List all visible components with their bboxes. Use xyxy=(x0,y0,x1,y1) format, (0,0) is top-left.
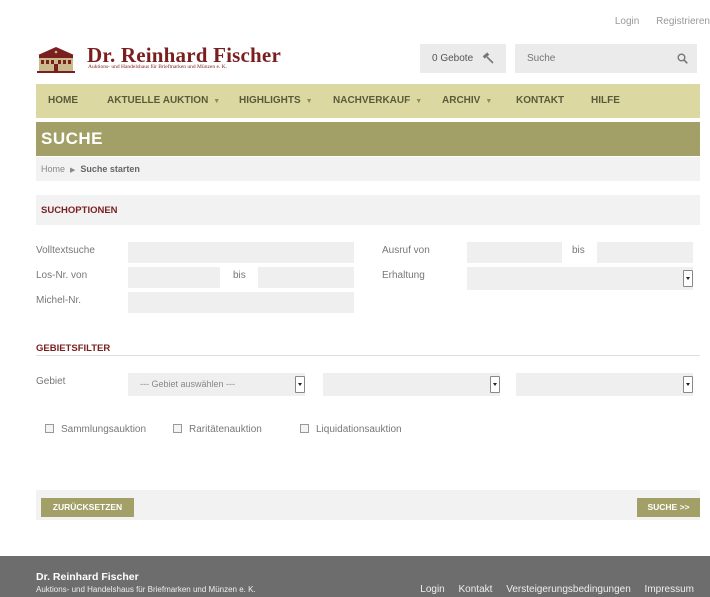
nav-item-aktuelle-auktion[interactable]: AKTUELLE AUKTION ▼ xyxy=(107,84,220,118)
nav-item-home[interactable]: HOME xyxy=(48,84,78,118)
michel-input[interactable] xyxy=(128,292,354,313)
footer-company-subtitle: Auktions- und Handelshaus für Briefmarke… xyxy=(36,585,256,594)
area-label: Gebiet xyxy=(36,376,66,387)
footer-link-login[interactable]: Login xyxy=(420,584,444,595)
search-options-header: SUCHOPTIONEN xyxy=(36,195,700,225)
condition-select[interactable] xyxy=(467,267,693,290)
nav-item-label: HIGHLIGHTS xyxy=(239,95,301,106)
michel-label: Michel-Nr. xyxy=(36,295,82,306)
login-link[interactable]: Login xyxy=(615,16,639,27)
dropdown-arrow-icon xyxy=(683,376,693,393)
fulltext-label: Volltextsuche xyxy=(36,245,95,256)
lot-from-input[interactable] xyxy=(128,267,220,288)
breadcrumb: Home ▶ Suche starten xyxy=(36,157,700,181)
nav-item-label: NACHVERKAUF xyxy=(333,95,411,106)
nav-item-label: HILFE xyxy=(591,95,620,106)
top-links: Login Registrieren xyxy=(601,16,710,27)
checkbox-label: Liquidationsauktion xyxy=(316,424,402,435)
caret-down-icon: ▼ xyxy=(485,98,493,105)
reset-button[interactable]: ZURÜCKSETZEN xyxy=(41,498,134,517)
page-title-band: SUCHE xyxy=(36,122,700,156)
bids-button[interactable]: 0 Gebote xyxy=(420,44,506,73)
subarea-select-2[interactable] xyxy=(516,373,693,396)
caret-down-icon: ▼ xyxy=(305,98,313,105)
nav-item-kontakt[interactable]: KONTAKT xyxy=(516,84,564,118)
checkbox-liquidationsauktion[interactable]: Liquidationsauktion xyxy=(300,424,402,435)
area-select-value: --- Gebiet auswählen --- xyxy=(140,379,236,389)
dropdown-arrow-icon xyxy=(683,270,693,287)
footer-company-name: Dr. Reinhard Fischer xyxy=(36,571,139,583)
price-to-input[interactable] xyxy=(597,242,693,263)
price-from-input[interactable] xyxy=(467,242,562,263)
breadcrumb-current: Suche starten xyxy=(80,164,140,174)
page: Login Registrieren Dr. Reinhard Fischer … xyxy=(23,0,710,597)
lot-from-label: Los-Nr. von xyxy=(36,270,88,281)
fulltext-input[interactable] xyxy=(128,242,354,263)
nav-item-label: KONTAKT xyxy=(516,95,565,106)
search-button[interactable]: SUCHE >> xyxy=(637,498,700,517)
nav-item-label: HOME xyxy=(48,95,78,106)
main-nav: HOME AKTUELLE AUKTION ▼ HIGHLIGHTS ▼ NACHV… xyxy=(36,84,700,118)
lot-to-label: bis xyxy=(233,270,246,281)
footer-link-impressum[interactable]: Impressum xyxy=(645,584,694,595)
search-input[interactable] xyxy=(515,44,675,73)
search-options-heading: SUCHOPTIONEN xyxy=(41,205,118,216)
caret-down-icon: ▼ xyxy=(415,98,423,105)
dropdown-arrow-icon xyxy=(295,376,305,393)
footer: Dr. Reinhard Fischer Auktions- und Hande… xyxy=(0,556,710,597)
logo-building-icon[interactable] xyxy=(36,44,76,73)
logo-subtitle: Auktions- und Handelshaus für Briefmarke… xyxy=(88,64,227,70)
footer-links: Login Kontakt Versteigerungsbedingungen … xyxy=(409,584,694,595)
nav-item-highlights[interactable]: HIGHLIGHTS ▼ xyxy=(239,84,313,118)
checkbox-label: Raritätenauktion xyxy=(189,424,262,435)
checkbox-box[interactable] xyxy=(173,424,182,433)
nav-item-hilfe[interactable]: HILFE xyxy=(591,84,620,118)
breadcrumb-home[interactable]: Home xyxy=(41,164,65,174)
page-title: SUCHE xyxy=(41,129,104,148)
divider xyxy=(36,355,700,356)
price-from-label: Ausruf von xyxy=(382,245,430,256)
caret-down-icon: ▼ xyxy=(213,98,221,105)
checkbox-box[interactable] xyxy=(300,424,309,433)
bids-label: 0 Gebote xyxy=(432,53,474,64)
checkbox-label: Sammlungsauktion xyxy=(61,424,147,435)
price-to-label: bis xyxy=(572,245,585,256)
area-filter-heading: GEBIETSFILTER xyxy=(36,343,111,354)
nav-item-archiv[interactable]: ARCHIV ▼ xyxy=(442,84,492,118)
nav-item-label: ARCHIV xyxy=(442,95,481,106)
checkbox-sammlungsauktion[interactable]: Sammlungsauktion xyxy=(45,424,146,435)
nav-item-label: AKTUELLE AUKTION xyxy=(107,95,209,106)
search-icon[interactable] xyxy=(677,53,688,64)
footer-link-kontakt[interactable]: Kontakt xyxy=(459,584,493,595)
breadcrumb-arrow-icon: ▶ xyxy=(70,167,76,174)
register-link[interactable]: Registrieren xyxy=(656,16,710,27)
condition-label: Erhaltung xyxy=(382,270,425,281)
checkbox-box[interactable] xyxy=(45,424,54,433)
footer-link-terms[interactable]: Versteigerungsbedingungen xyxy=(506,584,631,595)
gavel-icon xyxy=(482,52,494,64)
dropdown-arrow-icon xyxy=(490,376,500,393)
area-select[interactable]: --- Gebiet auswählen --- xyxy=(128,373,305,396)
subarea-select-1[interactable] xyxy=(323,373,500,396)
lot-to-input[interactable] xyxy=(258,267,354,288)
checkbox-raritaetenauktion[interactable]: Raritätenauktion xyxy=(173,424,262,435)
nav-item-nachverkauf[interactable]: NACHVERKAUF ▼ xyxy=(333,84,422,118)
search-box xyxy=(515,44,697,73)
action-bar: ZURÜCKSETZEN SUCHE >> xyxy=(36,490,700,520)
